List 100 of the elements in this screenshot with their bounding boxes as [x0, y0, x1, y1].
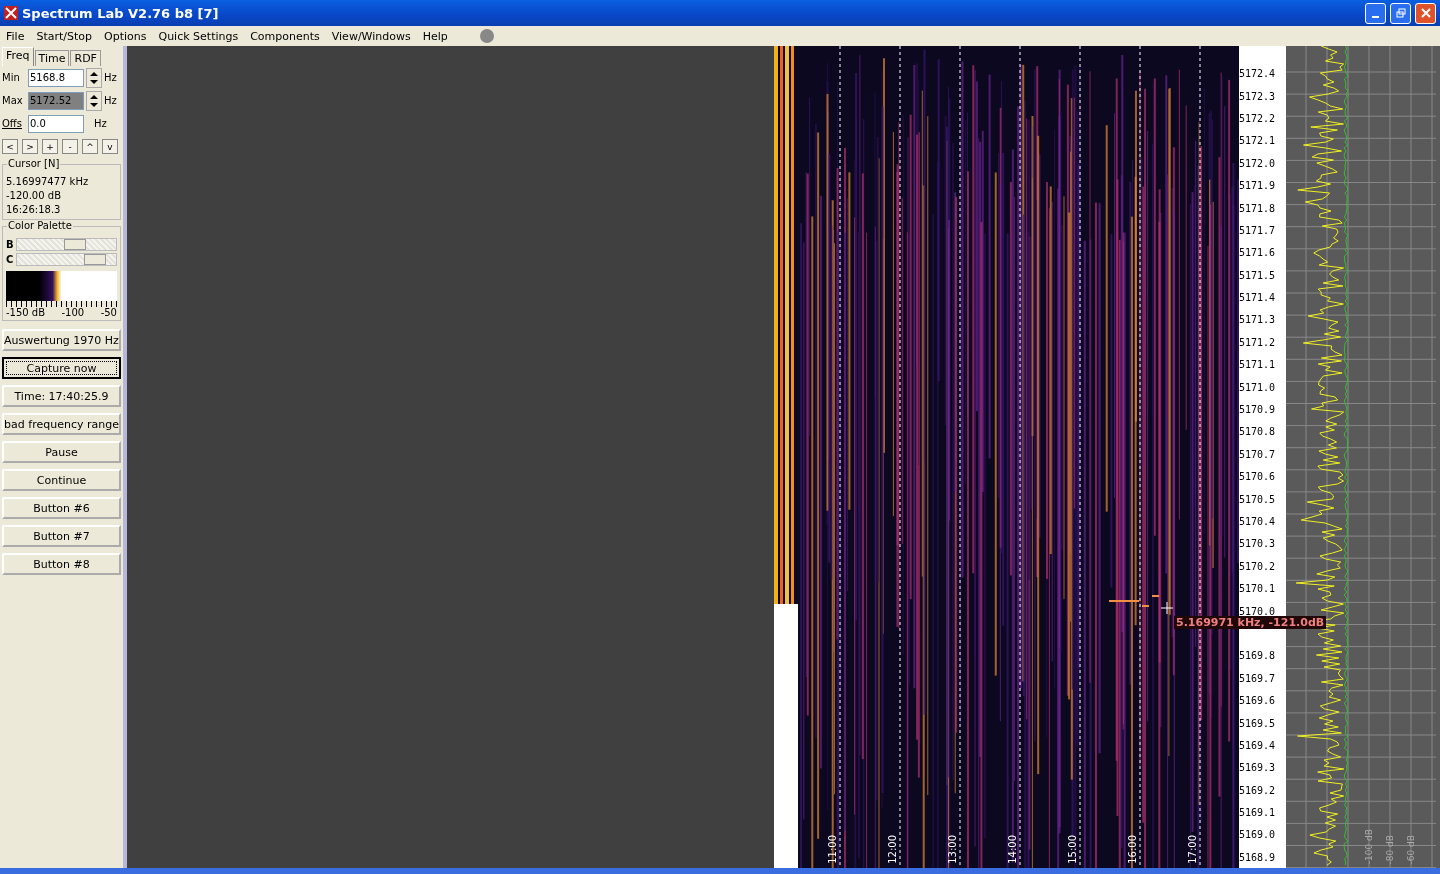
action-button[interactable]: Capture now	[2, 357, 121, 379]
time-label: 12:00	[887, 835, 898, 864]
spinner-icon[interactable]	[86, 67, 102, 88]
action-button[interactable]: Time: 17:40:25.9	[2, 385, 121, 407]
frequency-label: 5171.3	[1239, 313, 1277, 328]
scrollbar-track[interactable]	[16, 253, 117, 266]
db-label: -100 dB	[1364, 828, 1374, 864]
menu-item[interactable]: Help	[422, 29, 448, 43]
frequency-label: 5170.7	[1239, 447, 1277, 462]
frequency-label: 5171.1	[1239, 358, 1277, 373]
action-button[interactable]: Auswertung 1970 Hz	[2, 329, 121, 351]
frequency-label: 5171.6	[1239, 246, 1277, 261]
slider-label: B	[6, 239, 14, 250]
frequency-label: 5171.5	[1239, 268, 1277, 283]
unit-label: Hz	[94, 118, 107, 129]
frequency-field[interactable]: 5168.8	[28, 68, 84, 87]
restore-button[interactable]	[1390, 2, 1411, 24]
nav-button[interactable]: >	[22, 139, 38, 154]
action-button[interactable]: Button #6	[2, 497, 121, 519]
field-label: Max	[2, 95, 24, 106]
db-label: -80 dB	[1385, 834, 1395, 864]
close-button[interactable]	[1415, 2, 1436, 24]
db-label: -60 dB	[1406, 834, 1416, 864]
scale-label: -100	[61, 307, 85, 318]
time-label: 17:00	[1187, 835, 1198, 864]
action-button[interactable]: Pause	[2, 441, 121, 463]
nav-button[interactable]: ^	[82, 139, 98, 154]
cursor-readout: 5.16997477 kHz	[6, 175, 90, 189]
frequency-label: 5169.5	[1239, 716, 1277, 731]
frequency-label: 5171.9	[1239, 179, 1277, 194]
frequency-label: 5170.5	[1239, 492, 1277, 507]
slider-label: C	[6, 254, 14, 265]
status-led	[479, 29, 494, 43]
action-button[interactable]: bad frequency range	[2, 413, 121, 435]
action-button[interactable]: Continue	[2, 469, 121, 491]
frequency-label: 5170.4	[1239, 515, 1277, 529]
tab[interactable]: Freq	[2, 47, 34, 66]
action-button[interactable]: Button #8	[2, 553, 121, 575]
app-icon	[4, 6, 18, 20]
menu-item[interactable]: Quick Settings	[158, 29, 239, 43]
frequency-label: 5169.0	[1239, 828, 1277, 843]
window-title: Spectrum Lab V2.76 b8 [7]	[22, 5, 219, 21]
frequency-label: 5168.9	[1239, 850, 1277, 865]
scale-label: -50	[100, 307, 117, 318]
tab[interactable]: RDF	[70, 50, 101, 66]
cursor-readout: -120.00 dB	[6, 189, 62, 203]
minimize-icon	[1372, 16, 1379, 18]
frequency-label: 5169.1	[1239, 806, 1277, 821]
frequency-label: 5169.8	[1239, 649, 1277, 664]
frequency-label: 5170.1	[1239, 582, 1277, 597]
cursor-marker-label: 5.169971 kHz, -121.0dB	[1174, 616, 1327, 629]
frequency-label: 5171.4	[1239, 291, 1277, 306]
menu-item[interactable]: Start/Stop	[36, 29, 92, 43]
unit-label: Hz	[104, 72, 117, 83]
group-title: Color Palette	[7, 220, 73, 231]
frequency-label: 5169.2	[1239, 783, 1277, 798]
frequency-label: 5169.6	[1239, 694, 1277, 709]
nav-button[interactable]: -	[62, 139, 78, 154]
frequency-label: 5172.4	[1239, 67, 1277, 82]
nav-button[interactable]: <	[2, 139, 18, 154]
spinner-icon[interactable]	[86, 90, 102, 111]
tab[interactable]: Time	[34, 50, 70, 66]
time-label: 13:00	[947, 835, 958, 864]
action-button[interactable]: Button #7	[2, 525, 121, 547]
frequency-label: 5172.0	[1239, 156, 1277, 171]
time-label: 14:00	[1007, 835, 1018, 864]
frequency-label: 5169.3	[1239, 761, 1277, 776]
frequency-label: 5170.2	[1239, 559, 1277, 574]
menu-item[interactable]: View/Windows	[331, 29, 411, 43]
menu-item[interactable]: Options	[104, 29, 147, 43]
nav-button[interactable]: +	[42, 139, 58, 154]
scrollbar-thumb[interactable]	[84, 254, 107, 265]
frequency-label: 5171.2	[1239, 335, 1277, 350]
frequency-label: 5170.9	[1239, 403, 1277, 418]
frequency-label: 5171.7	[1239, 223, 1277, 238]
restore-icon	[1395, 8, 1406, 18]
frequency-field[interactable]: 5172.52	[28, 91, 84, 110]
time-label: 11:00	[827, 835, 838, 864]
menu-item[interactable]: Components	[250, 29, 320, 43]
time-label: 15:00	[1067, 835, 1078, 864]
frequency-label: 5172.1	[1239, 134, 1277, 149]
unit-label: Hz	[104, 95, 117, 106]
frequency-label: 5169.7	[1239, 671, 1277, 686]
group-title: Cursor [N]	[7, 158, 61, 169]
nav-button[interactable]: v	[102, 139, 118, 154]
close-icon	[1420, 8, 1431, 18]
scrollbar-thumb[interactable]	[64, 239, 87, 250]
offset-label[interactable]: Offs	[2, 118, 26, 129]
minimize-button[interactable]	[1365, 2, 1386, 24]
time-label: 16:00	[1127, 835, 1138, 864]
scrollbar-track[interactable]	[16, 238, 117, 251]
scale-label: -150 dB	[6, 307, 46, 318]
frequency-label: 5170.6	[1239, 470, 1277, 485]
menu-item[interactable]: File	[6, 29, 25, 43]
cursor-readout: 16:26:18.3	[6, 203, 62, 217]
offset-field[interactable]: 0.0	[28, 114, 84, 133]
frequency-label: 5170.8	[1239, 425, 1277, 440]
frequency-label: 5170.3	[1239, 537, 1277, 552]
frequency-label: 5169.4	[1239, 738, 1277, 753]
frequency-label: 5172.3	[1239, 89, 1277, 104]
